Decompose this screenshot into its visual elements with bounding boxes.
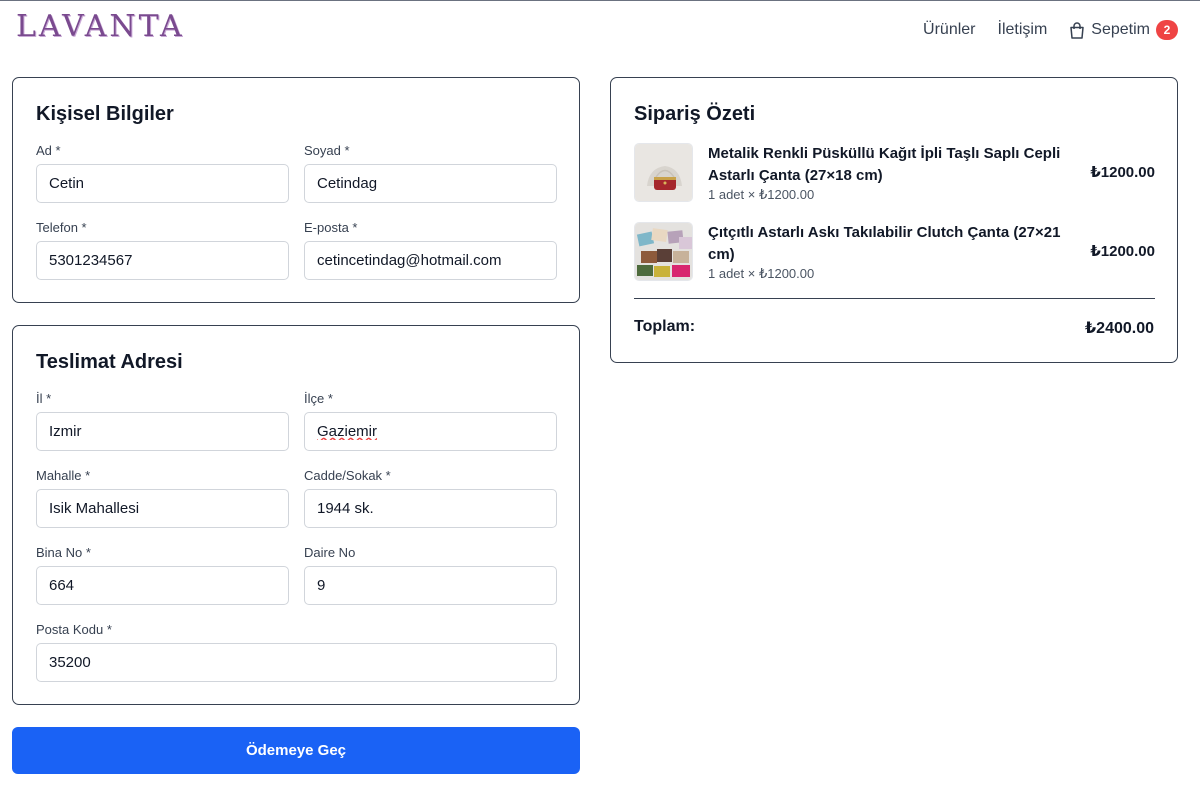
- apartment-number-field: Daire No: [304, 545, 557, 605]
- delivery-address-title: Teslimat Adresi: [36, 351, 183, 373]
- last-name-label: Soyad *: [304, 143, 350, 158]
- order-item-quantity: 1 adet × ₺1200.00: [708, 266, 815, 281]
- main-nav: Ürünler İletişim Sepetim 2: [923, 20, 1178, 40]
- district-label: İlçe *: [304, 391, 333, 406]
- first-name-field: Ad *: [36, 143, 289, 203]
- nav-contact-link[interactable]: İletişim: [998, 21, 1048, 39]
- order-item-price: ₺1200.00: [1090, 164, 1155, 181]
- brand-logo[interactable]: LAVANTA: [16, 9, 185, 44]
- product-thumbnail: [634, 222, 693, 281]
- district-input[interactable]: [304, 412, 557, 451]
- postal-code-field: Posta Kodu *: [36, 622, 557, 682]
- first-name-input[interactable]: [36, 164, 289, 203]
- building-number-field: Bina No *: [36, 545, 289, 605]
- cart-label: Sepetim: [1091, 21, 1150, 38]
- district-field: İlçe *: [304, 391, 557, 451]
- building-number-label: Bina No *: [36, 545, 91, 560]
- summary-divider: [634, 298, 1155, 299]
- order-item-quantity: 1 adet × ₺1200.00: [708, 187, 815, 202]
- order-item-name: Metalik Renkli Püsküllü Kağıt İpli Taşlı…: [708, 145, 1061, 184]
- street-input[interactable]: [304, 489, 557, 528]
- delivery-address-card: Teslimat Adresi İl * İlçe * Mahalle * Ca…: [12, 325, 580, 705]
- personal-info-card: Kişisel Bilgiler Ad * Soyad * Telefon * …: [12, 77, 580, 303]
- order-item[interactable]: Çıtçıtlı Astarlı Askı Takılabilir Clutch…: [634, 222, 1155, 282]
- city-field: İl *: [36, 391, 289, 451]
- email-field: E-posta *: [304, 220, 557, 280]
- product-thumbnail: [634, 143, 693, 202]
- neighborhood-input[interactable]: [36, 489, 289, 528]
- cart-link[interactable]: Sepetim 2: [1069, 20, 1178, 40]
- first-name-label: Ad *: [36, 143, 61, 158]
- site-header: LAVANTA Ürünler İletişim Sepetim 2: [0, 1, 1200, 61]
- neighborhood-label: Mahalle *: [36, 468, 91, 483]
- email-label: E-posta *: [304, 220, 358, 235]
- phone-field: Telefon *: [36, 220, 289, 280]
- shopping-bag-icon: [1070, 21, 1085, 39]
- postal-code-input[interactable]: [36, 643, 557, 682]
- order-item[interactable]: Metalik Renkli Püsküllü Kağıt İpli Taşlı…: [634, 143, 1155, 203]
- product-image-clutch-bags: [635, 223, 692, 280]
- street-label: Cadde/Sokak *: [304, 468, 391, 483]
- city-label: İl *: [36, 391, 52, 406]
- phone-label: Telefon *: [36, 220, 87, 235]
- order-item-price: ₺1200.00: [1090, 243, 1155, 260]
- postal-code-label: Posta Kodu *: [36, 622, 112, 637]
- last-name-input[interactable]: [304, 164, 557, 203]
- last-name-field: Soyad *: [304, 143, 557, 203]
- phone-input[interactable]: [36, 241, 289, 280]
- building-number-input[interactable]: [36, 566, 289, 605]
- order-summary-title: Sipariş Özeti: [634, 103, 756, 125]
- email-input[interactable]: [304, 241, 557, 280]
- personal-info-title: Kişisel Bilgiler: [36, 103, 174, 125]
- street-field: Cadde/Sokak *: [304, 468, 557, 528]
- proceed-to-payment-button[interactable]: Ödemeye Geç: [12, 727, 580, 774]
- product-image-red-bag: [635, 144, 692, 201]
- neighborhood-field: Mahalle *: [36, 468, 289, 528]
- total-value: ₺2400.00: [1085, 320, 1154, 337]
- city-input[interactable]: [36, 412, 289, 451]
- nav-products-link[interactable]: Ürünler: [923, 21, 975, 39]
- cart-count-badge: 2: [1156, 20, 1178, 40]
- total-label: Toplam:: [634, 318, 696, 335]
- apartment-number-input[interactable]: [304, 566, 557, 605]
- order-summary-card: Sipariş Özeti Metalik Renkli Püsküllü Ka…: [610, 77, 1178, 363]
- apartment-number-label: Daire No: [304, 545, 356, 560]
- order-item-name: Çıtçıtlı Astarlı Askı Takılabilir Clutch…: [708, 224, 1061, 263]
